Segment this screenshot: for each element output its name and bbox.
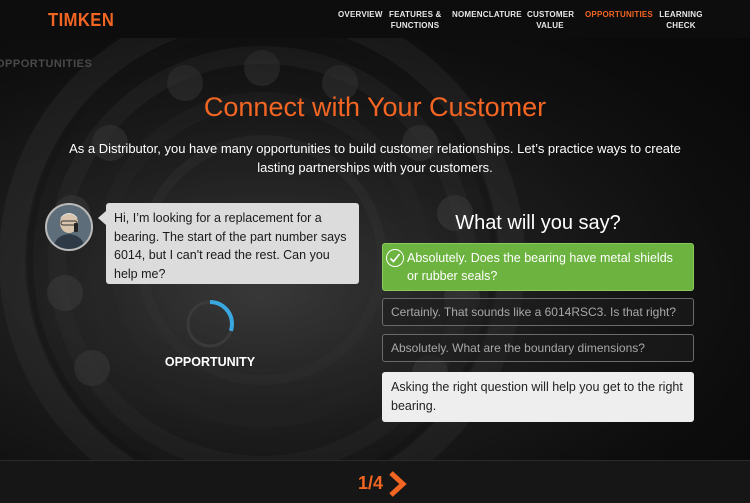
section-watermark: OPPORTUNITIES [0,58,93,70]
customer-avatar [45,203,93,251]
nav-item-overview[interactable]: OVERVIEW [338,9,382,20]
opportunity-label: OPPORTUNITY [164,355,256,369]
top-nav-bar: TIMKEN OVERVIEW FEATURES & FUNCTIONS NOM… [0,0,750,38]
page-counter: 1/4 [358,473,384,493]
answer-option-3[interactable]: Absolutely. What are the boundary dimens… [382,334,694,362]
answer-option-2[interactable]: Certainly. That sounds like a 6014RSC3. … [382,298,694,326]
answer-option-2-label: Certainly. That sounds like a 6014RSC3. … [391,305,677,319]
nav-item-features-functions[interactable]: FEATURES & FUNCTIONS [389,9,441,31]
customer-speech-bubble: Hi, I’m looking for a replacement for a … [98,203,359,284]
answer-option-1-label: Absolutely. Does the bearing have metal … [407,251,673,283]
question-heading: What will you say? [455,212,621,234]
nav-item-opportunities[interactable]: OPPORTUNITIES [585,9,653,20]
nav-item-learning-check[interactable]: LEARNING CHECK [659,9,703,31]
nav-item-customer-value[interactable]: CUSTOMER VALUE [527,9,574,31]
customer-photo-icon [47,205,91,249]
page-subtitle: As a Distributor, you have many opportun… [69,141,681,175]
main-nav: OVERVIEW FEATURES & FUNCTIONS NOMENCLATU… [0,9,750,33]
opportunity-progress-ring [186,300,234,348]
answer-option-1[interactable]: Absolutely. Does the bearing have metal … [382,243,694,291]
check-circle-icon [386,249,404,267]
nav-item-nomenclature[interactable]: NOMENCLATURE [452,9,522,20]
bottom-bar: 1/4 [0,460,750,503]
next-arrow-icon[interactable] [388,471,410,497]
answer-option-3-label: Absolutely. What are the boundary dimens… [391,341,645,355]
page-title: Connect with Your Customer [203,92,547,122]
feedback-box: Asking the right question will help you … [382,372,694,422]
